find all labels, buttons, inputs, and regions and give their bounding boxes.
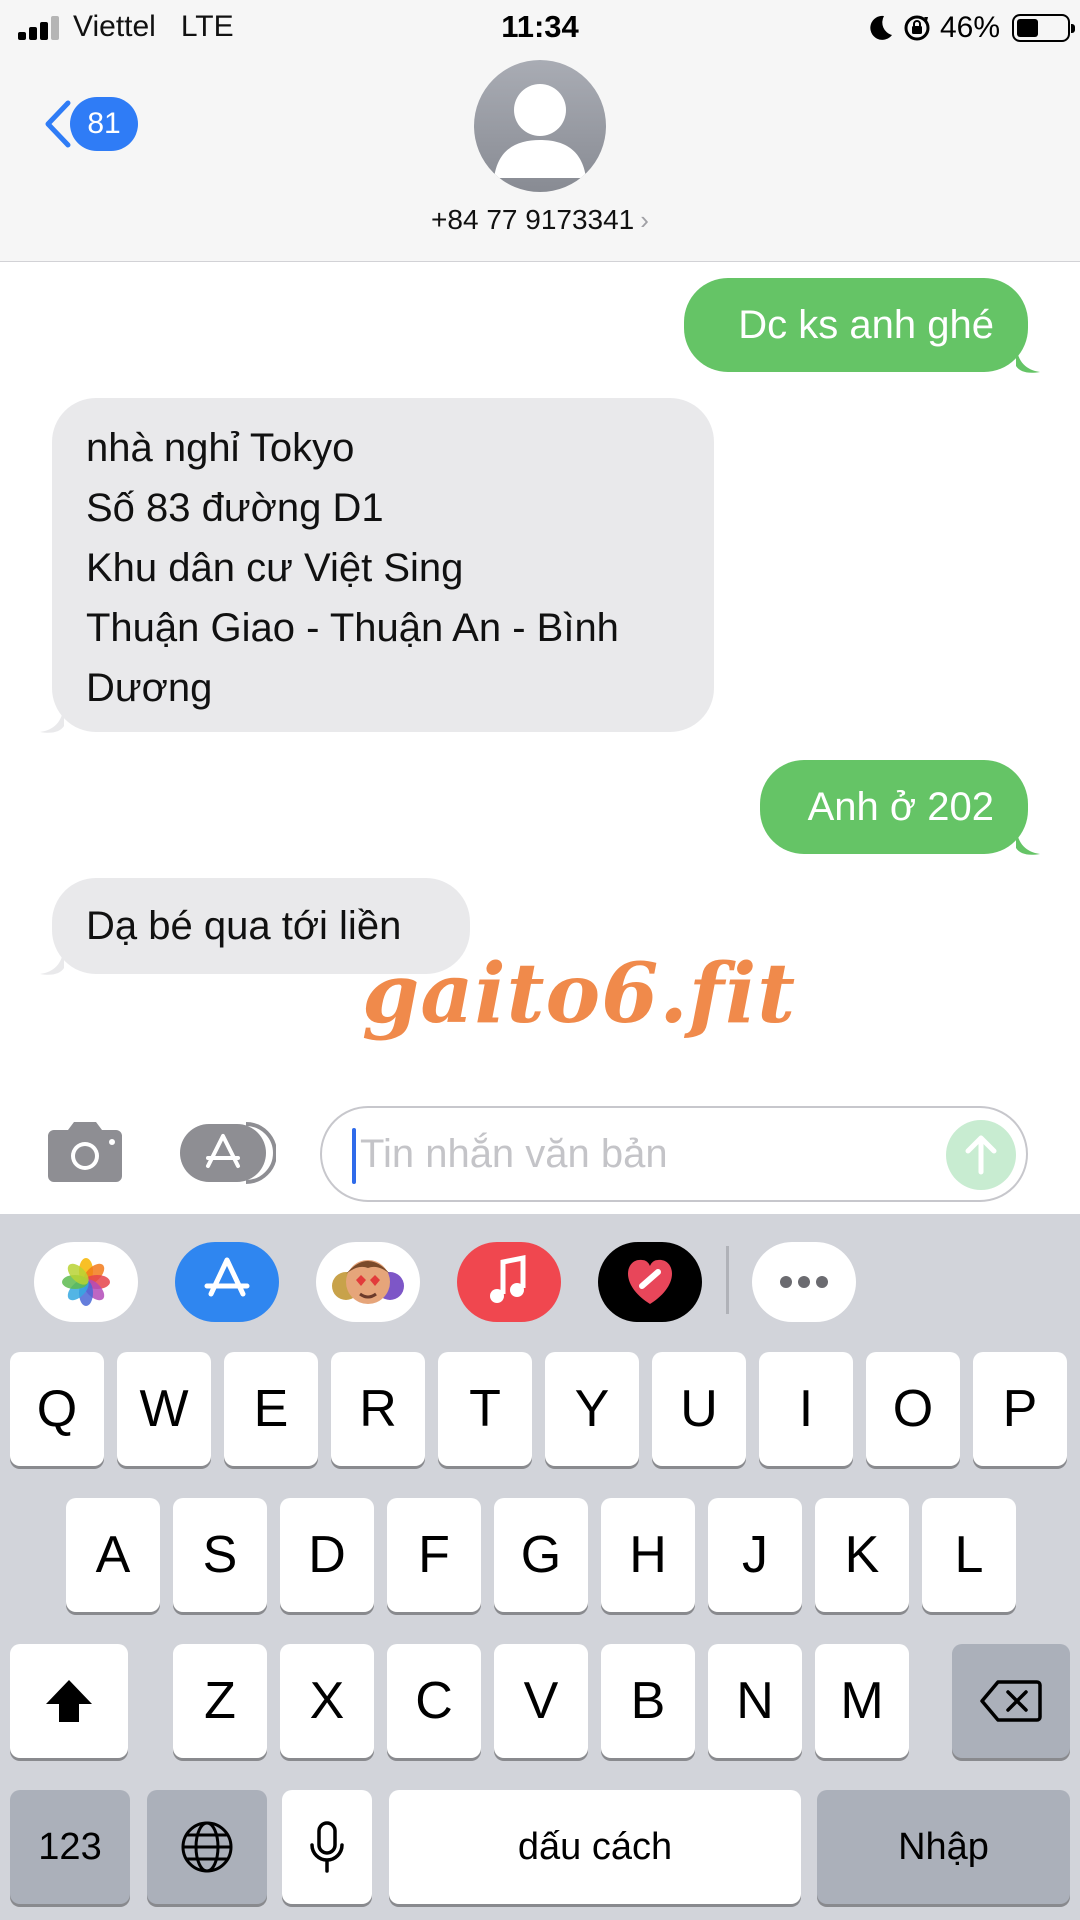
digital-touch-app-button[interactable]	[598, 1242, 702, 1322]
key-n[interactable]: N	[708, 1644, 802, 1758]
music-app-button[interactable]	[457, 1242, 561, 1322]
key-v[interactable]: V	[494, 1644, 588, 1758]
message-text: Anh ở 202	[807, 785, 994, 829]
more-apps-button[interactable]	[752, 1242, 856, 1322]
shift-key[interactable]	[10, 1644, 128, 1758]
app-drawer	[0, 1242, 1080, 1322]
bubble-tail	[1016, 828, 1040, 855]
message-input[interactable]: Tin nhắn văn bản	[320, 1106, 1028, 1202]
bubble-tail	[1016, 346, 1040, 373]
app-drawer-divider	[726, 1246, 729, 1314]
key-m[interactable]: M	[815, 1644, 909, 1758]
incoming-message[interactable]: nhà nghỉ Tokyo Số 83 đường D1 Khu dân cư…	[52, 398, 714, 732]
key-z[interactable]: Z	[173, 1644, 267, 1758]
text-cursor	[352, 1128, 356, 1184]
globe-icon	[181, 1821, 233, 1873]
outgoing-message[interactable]: Anh ở 202	[760, 760, 1028, 854]
rotation-lock-icon	[904, 15, 930, 41]
heart-icon	[628, 1259, 672, 1304]
watermark: gaito6.fit	[362, 946, 797, 1042]
key-t[interactable]: T	[438, 1352, 532, 1466]
key-b[interactable]: B	[601, 1644, 695, 1758]
bubble-tail	[40, 706, 64, 733]
input-placeholder: Tin nhắn văn bản	[360, 1132, 668, 1176]
key-o[interactable]: O	[866, 1352, 960, 1466]
key-k[interactable]: K	[815, 1498, 909, 1612]
key-i[interactable]: I	[759, 1352, 853, 1466]
camera-icon[interactable]	[44, 1120, 126, 1184]
key-s[interactable]: S	[173, 1498, 267, 1612]
message-line: Số 83 đường D1	[86, 486, 384, 530]
dictation-key[interactable]	[282, 1790, 372, 1904]
photos-app-button[interactable]	[34, 1242, 138, 1322]
key-p[interactable]: P	[973, 1352, 1067, 1466]
keyboard: Q W E R T Y U I O P A S D F G H J K L Z …	[0, 1214, 1080, 1920]
send-button[interactable]	[946, 1120, 1016, 1190]
photos-icon	[62, 1258, 110, 1306]
key-a[interactable]: A	[66, 1498, 160, 1612]
outgoing-message[interactable]: Dc ks anh ghé	[684, 278, 1028, 372]
numbers-key[interactable]: 123	[10, 1790, 130, 1904]
key-l[interactable]: L	[922, 1498, 1016, 1612]
bubble-tail	[40, 948, 64, 975]
key-d[interactable]: D	[280, 1498, 374, 1612]
app-store-icon[interactable]	[180, 1122, 276, 1184]
memoji-icon	[332, 1260, 404, 1304]
unread-count-badge: 81	[70, 97, 138, 151]
space-key[interactable]: dấu cách	[389, 1790, 801, 1904]
more-icon	[780, 1276, 828, 1288]
message-line: Thuận Giao - Thuận An - Bình	[86, 606, 619, 650]
contact-number: +84 77 9173341	[431, 204, 635, 235]
key-x[interactable]: X	[280, 1644, 374, 1758]
message-line: Dương	[86, 666, 213, 710]
contact-name[interactable]: +84 77 9173341 ›	[0, 204, 1080, 236]
key-f[interactable]: F	[387, 1498, 481, 1612]
chevron-right-icon: ›	[640, 205, 649, 235]
key-r[interactable]: R	[331, 1352, 425, 1466]
message-text: Dc ks anh ghé	[738, 303, 994, 347]
key-j[interactable]: J	[708, 1498, 802, 1612]
status-bar: Viettel LTE 11:34 46%	[0, 0, 1080, 56]
key-q[interactable]: Q	[10, 1352, 104, 1466]
globe-key[interactable]	[147, 1790, 267, 1904]
contact-avatar[interactable]	[474, 60, 606, 192]
battery-percent: 46%	[939, 11, 1000, 44]
message-line: Khu dân cư Việt Sing	[86, 546, 464, 590]
memoji-app-button[interactable]	[316, 1242, 420, 1322]
chevron-left-icon	[45, 100, 71, 148]
delete-key[interactable]	[952, 1644, 1070, 1758]
app-store-app-button[interactable]	[175, 1242, 279, 1322]
app-store-icon	[204, 1257, 250, 1297]
battery-icon	[1012, 14, 1075, 42]
key-u[interactable]: U	[652, 1352, 746, 1466]
key-c[interactable]: C	[387, 1644, 481, 1758]
microphone-icon	[310, 1821, 344, 1873]
return-key[interactable]: Nhập	[817, 1790, 1070, 1904]
key-e[interactable]: E	[224, 1352, 318, 1466]
shift-icon	[46, 1680, 92, 1722]
message-line: nhà nghỉ Tokyo	[86, 426, 355, 470]
key-g[interactable]: G	[494, 1498, 588, 1612]
backspace-icon	[980, 1680, 1042, 1722]
arrow-up-icon	[965, 1135, 997, 1175]
key-h[interactable]: H	[601, 1498, 695, 1612]
key-y[interactable]: Y	[545, 1352, 639, 1466]
conversation-header: 81 +84 77 9173341 ›	[0, 56, 1080, 262]
key-w[interactable]: W	[117, 1352, 211, 1466]
person-icon	[494, 84, 586, 178]
back-button[interactable]: 81	[40, 94, 138, 154]
music-icon	[490, 1254, 526, 1303]
moon-icon	[870, 15, 892, 40]
